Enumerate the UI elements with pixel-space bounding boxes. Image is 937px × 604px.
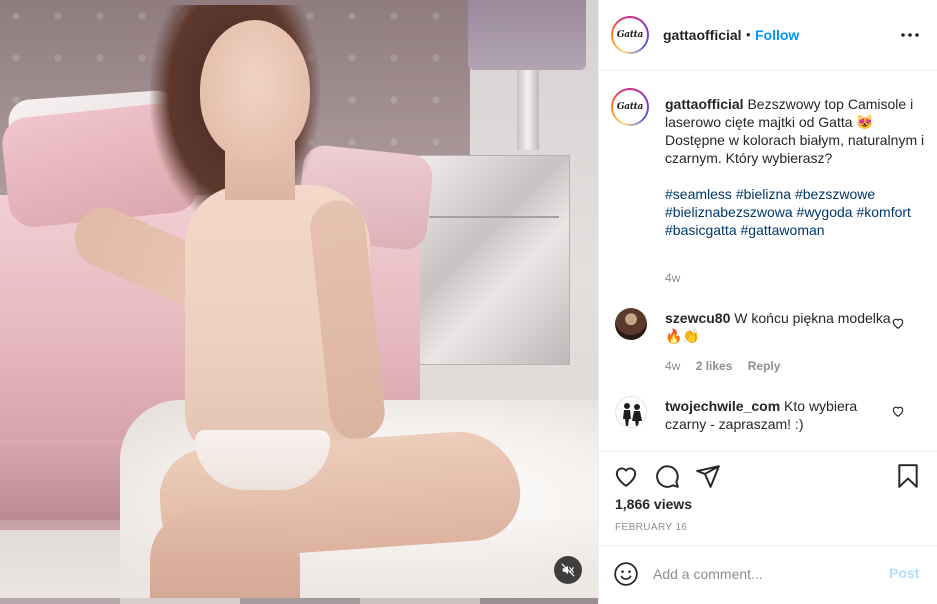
gatta-logo: Gatta: [616, 102, 644, 112]
paper-plane-icon[interactable]: [695, 463, 721, 489]
more-horizontal-icon[interactable]: [899, 26, 921, 44]
hashtag-link[interactable]: #wygoda: [797, 204, 853, 220]
hashtag-link[interactable]: #komfort: [856, 204, 910, 220]
avatar-image: Gatta: [613, 90, 647, 124]
comment-meta: 4w 2 likes Reply: [665, 359, 792, 373]
gatta-logo: Gatta: [616, 30, 644, 40]
separator-dot: •: [746, 27, 751, 42]
comment-input[interactable]: [653, 563, 873, 585]
media-model-leg: [150, 510, 300, 604]
post-caption: gattaofficial Bezszwowy top Camisole i l…: [665, 95, 930, 239]
comment-avatar[interactable]: [615, 396, 647, 428]
media-strip: [0, 598, 598, 604]
post-comment-button[interactable]: Post: [889, 565, 919, 581]
username-link[interactable]: gattaofficial: [663, 27, 742, 43]
heart-icon[interactable]: [613, 463, 639, 489]
comment-timestamp[interactable]: 4w: [665, 359, 680, 373]
comment-username[interactable]: szewcu80: [665, 310, 730, 326]
comment-likes[interactable]: 2 likes: [696, 359, 733, 373]
action-bar: 1,866 views FEBRUARY 16: [599, 451, 937, 545]
comment-avatar[interactable]: [615, 308, 647, 340]
media-lampshade: [468, 0, 586, 70]
hashtag-list: #seamless #bielizna #bezszwowe #bielizna…: [665, 185, 930, 239]
view-count[interactable]: 1,866 views: [615, 496, 692, 512]
media-nightstand: [418, 155, 570, 365]
hashtag-link[interactable]: #bielizna: [736, 186, 791, 202]
mute-button[interactable]: [554, 556, 582, 584]
hashtag-link[interactable]: #seamless: [665, 186, 732, 202]
hashtag-link[interactable]: #gattawoman: [741, 222, 825, 238]
post-date[interactable]: FEBRUARY 16: [615, 522, 687, 533]
hashtag-link[interactable]: #bieliznabezszwowa: [665, 204, 793, 220]
comments-list[interactable]: Gatta gattaofficial Bezszwowy top Camiso…: [599, 71, 937, 451]
comment-body: twojechwile_com Kto wybiera czarny - zap…: [665, 397, 895, 433]
post-side-panel: Gatta gattaofficial • Follow Gatta gatta…: [598, 0, 937, 604]
caption-timestamp[interactable]: 4w: [665, 271, 680, 285]
hashtag-link[interactable]: #basicgatta: [665, 222, 737, 238]
avatar-image: Gatta: [613, 18, 647, 52]
post-media[interactable]: [0, 0, 598, 604]
media-lampbase: [517, 70, 539, 150]
comment-username[interactable]: twojechwile_com: [665, 398, 780, 414]
hashtag-link[interactable]: #bezszwowe: [795, 186, 875, 202]
reply-button[interactable]: Reply: [748, 359, 781, 373]
silhouette-avatar-image: [623, 403, 642, 426]
avatar[interactable]: Gatta: [611, 16, 649, 54]
speaker-muted-icon: [561, 563, 575, 577]
follow-button[interactable]: Follow: [755, 27, 799, 43]
caption-username[interactable]: gattaofficial: [665, 96, 744, 112]
media-model-face: [200, 20, 310, 160]
bookmark-icon[interactable]: [895, 463, 921, 489]
smiley-icon[interactable]: [613, 561, 639, 587]
comment-icon[interactable]: [654, 463, 680, 489]
caption-avatar[interactable]: Gatta: [611, 88, 649, 126]
comment-body: szewcu80 W końcu piękna modelka 🔥👏: [665, 309, 895, 345]
comment-composer: Post: [599, 545, 937, 604]
heart-icon[interactable]: [891, 316, 905, 330]
heart-icon[interactable]: [891, 404, 905, 418]
post-header: Gatta gattaofficial • Follow: [599, 0, 937, 71]
